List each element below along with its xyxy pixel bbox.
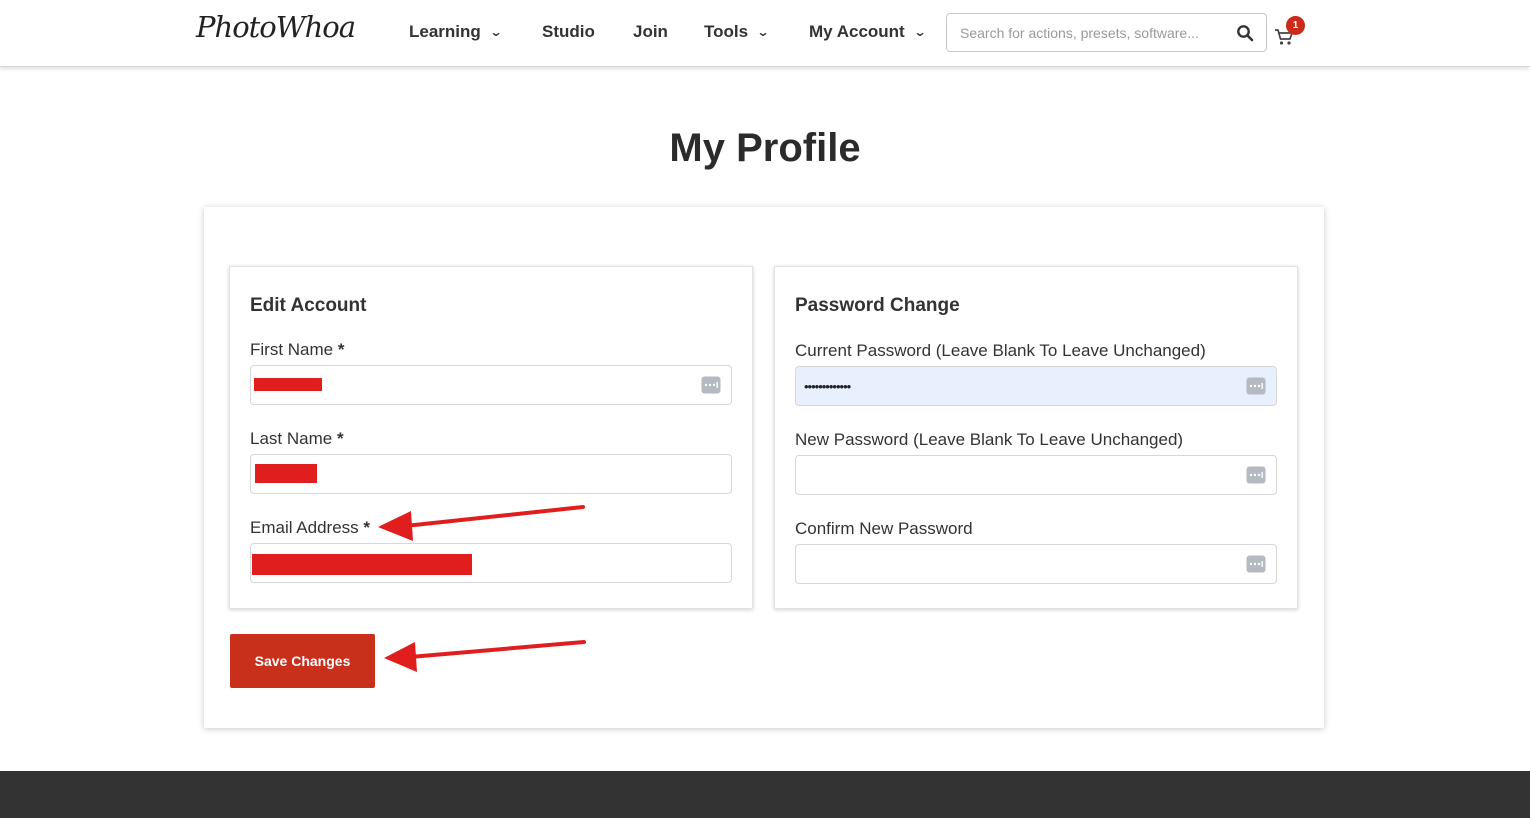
- current-password-field[interactable]: [796, 367, 1276, 405]
- new-password-field[interactable]: [796, 456, 1276, 494]
- site-logo[interactable]: PhotoWhoa: [196, 10, 356, 44]
- site-footer: [0, 771, 1530, 818]
- save-changes-button[interactable]: Save Changes: [230, 634, 375, 688]
- site-header: PhotoWhoa Learning ⌄ Studio Join Tools ⌄…: [0, 0, 1530, 67]
- password-manager-icon[interactable]: [701, 376, 721, 394]
- chevron-down-icon: ⌄: [913, 25, 927, 39]
- redaction-mark: [254, 378, 322, 391]
- new-password-field-wrap: [795, 455, 1277, 495]
- password-manager-icon[interactable]: [1246, 466, 1266, 484]
- password-manager-icon[interactable]: [1246, 377, 1266, 395]
- last-name-field[interactable]: [251, 455, 731, 493]
- first-name-label: First Name *: [250, 340, 344, 360]
- search-icon[interactable]: [1236, 24, 1254, 42]
- nav-tools[interactable]: Tools ⌄: [704, 20, 770, 44]
- nav-studio-label: Studio: [542, 22, 595, 41]
- email-label: Email Address *: [250, 518, 370, 538]
- current-password-label: Current Password (Leave Blank To Leave U…: [795, 341, 1206, 360]
- chevron-down-icon: ⌄: [756, 25, 770, 39]
- cart-count-badge: 1: [1286, 16, 1305, 35]
- first-name-field[interactable]: [251, 366, 731, 404]
- nav-learning[interactable]: Learning ⌄: [409, 20, 503, 44]
- last-name-label-text: Last Name: [250, 429, 333, 448]
- nav-join-label: Join: [633, 22, 668, 41]
- required-marker: *: [363, 518, 371, 537]
- nav-tools-label: Tools: [704, 22, 749, 41]
- first-name-label-text: First Name: [250, 340, 334, 359]
- email-field-wrap: [250, 543, 732, 583]
- nav-join[interactable]: Join: [633, 20, 668, 44]
- nav-studio[interactable]: Studio: [542, 20, 595, 44]
- last-name-field-wrap: [250, 454, 732, 494]
- search-input[interactable]: [947, 14, 1232, 51]
- edit-account-title: Edit Account: [250, 295, 367, 316]
- edit-account-panel: Edit Account First Name * Last Name * Em…: [229, 266, 753, 609]
- chevron-down-icon: ⌄: [489, 25, 503, 39]
- current-password-field-wrap: [795, 366, 1277, 406]
- password-manager-icon[interactable]: [1246, 555, 1266, 573]
- first-name-field-wrap: [250, 365, 732, 405]
- redaction-mark: [255, 464, 317, 483]
- confirm-password-label: Confirm New Password: [795, 519, 973, 538]
- new-password-label: New Password (Leave Blank To Leave Uncha…: [795, 430, 1184, 449]
- required-marker: *: [337, 340, 345, 359]
- page-title: My Profile: [669, 126, 861, 170]
- last-name-label: Last Name *: [250, 429, 344, 449]
- password-change-panel: Password Change Current Password (Leave …: [774, 266, 1298, 609]
- redaction-mark: [252, 554, 472, 575]
- nav-learning-label: Learning: [409, 22, 481, 41]
- profile-card: Edit Account First Name * Last Name * Em…: [204, 207, 1324, 728]
- nav-my-account-label: My Account: [809, 22, 905, 41]
- password-change-title: Password Change: [795, 295, 960, 316]
- confirm-password-field[interactable]: [796, 545, 1276, 583]
- required-marker: *: [336, 429, 344, 448]
- email-label-text: Email Address: [250, 518, 359, 537]
- confirm-password-field-wrap: [795, 544, 1277, 584]
- nav-my-account[interactable]: My Account ⌄: [809, 20, 927, 44]
- search-box: [946, 13, 1267, 52]
